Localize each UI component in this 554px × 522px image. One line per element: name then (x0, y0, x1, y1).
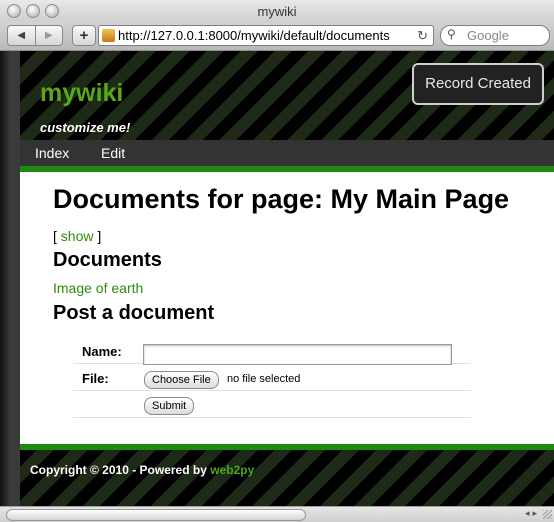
history-nav: ◀ ▶ (7, 25, 63, 46)
show-toggle: [ show ] (53, 228, 102, 244)
post-heading: Post a document (53, 302, 215, 324)
document-link[interactable]: Image of earth (53, 280, 143, 296)
menu-item-edit[interactable]: Edit (101, 145, 125, 161)
upload-form: Name: File: Choose File no file selected… (73, 337, 471, 418)
reload-icon[interactable]: ↻ (417, 26, 428, 45)
copyright-text: Copyright © 2010 - Powered by web2py (30, 463, 255, 477)
horizontal-scrollbar[interactable]: ◂▸ (0, 506, 554, 522)
scrollbar-thumb[interactable] (6, 509, 306, 521)
address-bar[interactable]: http://127.0.0.1:8000/mywiki/default/doc… (98, 25, 434, 46)
back-button[interactable]: ◀ (8, 26, 35, 45)
choose-file-button[interactable]: Choose File (144, 371, 219, 389)
name-label: Name: (82, 344, 122, 359)
site-header: mywiki customize me! Record Created (20, 51, 554, 140)
submit-button[interactable]: Submit (144, 397, 195, 415)
show-link[interactable]: show (61, 228, 94, 244)
site-logo[interactable]: mywiki (40, 79, 123, 108)
form-row-submit: Submit (73, 391, 471, 418)
window-titlebar: mywiki (0, 0, 554, 23)
main-menu: Index Edit (20, 140, 554, 166)
documents-heading: Documents (53, 249, 162, 271)
forward-button[interactable]: ▶ (34, 26, 63, 45)
form-row-file: File: Choose File no file selected (73, 364, 471, 391)
name-input[interactable] (143, 344, 452, 365)
file-status-text: no file selected (227, 373, 301, 385)
page-viewport: mywiki customize me! Record Created Inde… (0, 51, 554, 506)
search-icon: ⚲ (447, 27, 456, 41)
page-title: Documents for page: My Main Page (53, 184, 510, 214)
flash-message[interactable]: Record Created (412, 63, 544, 105)
site-footer: Copyright © 2010 - Powered by web2py (20, 444, 554, 506)
browser-toolbar: ◀ ▶ + http://127.0.0.1:8000/mywiki/defau… (0, 22, 554, 51)
url-text[interactable]: http://127.0.0.1:8000/mywiki/default/doc… (118, 28, 408, 43)
search-placeholder: Google (467, 28, 509, 43)
main-content: Documents for page: My Main Page [ show … (20, 172, 554, 444)
add-bookmark-button[interactable]: + (72, 25, 96, 46)
window-title: mywiki (257, 4, 297, 19)
search-field[interactable]: ⚲ Google (440, 25, 550, 46)
web2py-link[interactable]: web2py (210, 463, 254, 477)
site-slogan: customize me! (40, 120, 131, 135)
menu-item-index[interactable]: Index (35, 145, 69, 161)
resize-grip-icon[interactable] (543, 510, 552, 519)
site-favicon-icon (102, 29, 115, 42)
file-label: File: (82, 371, 109, 386)
scroll-arrows-icon[interactable]: ◂▸ (525, 508, 540, 519)
form-row-name: Name: (73, 337, 471, 365)
